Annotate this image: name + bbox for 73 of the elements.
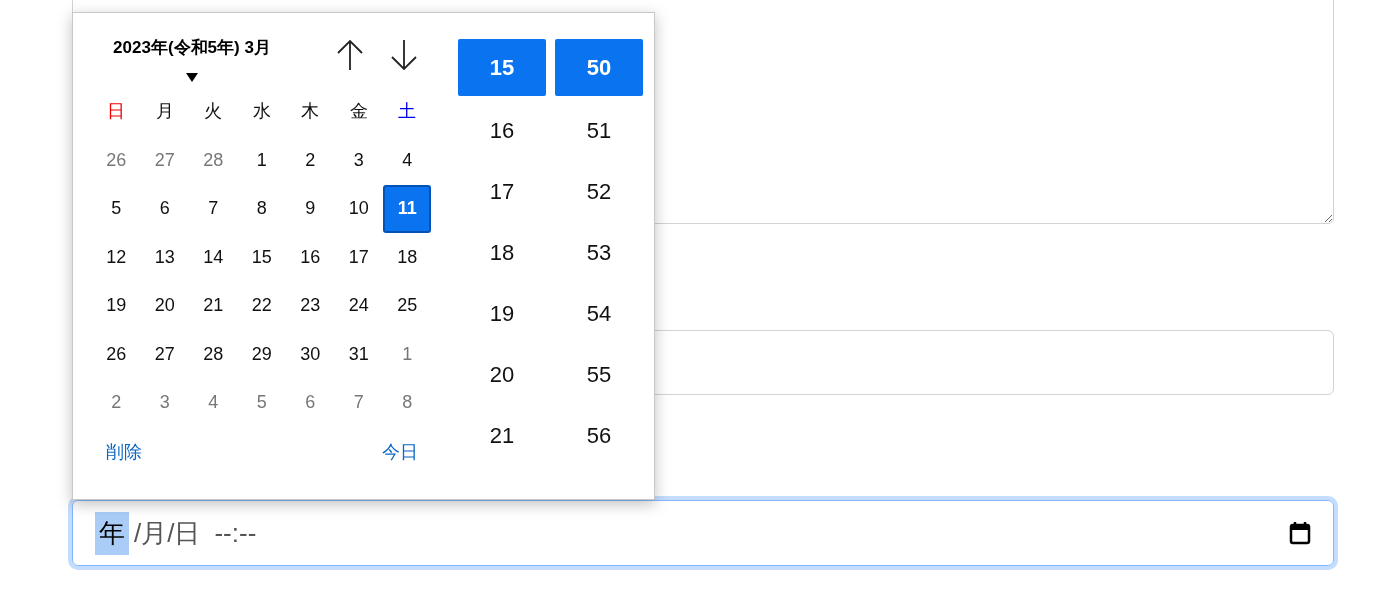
day-cell[interactable]: 22 [251,281,272,330]
day-cell[interactable]: 13 [154,233,175,282]
weekday-label: 土 [397,100,418,124]
hour-option[interactable]: 16 [458,100,546,161]
date-segment[interactable]: --:-- [213,513,258,553]
day-cell[interactable]: 6 [305,378,316,427]
minute-option[interactable]: 54 [555,283,643,344]
day-cell[interactable]: 1 [256,136,267,185]
weekday-label: 月 [154,100,175,124]
day-cell[interactable]: 18 [397,233,418,282]
day-cell[interactable]: 26 [106,330,127,379]
minute-option[interactable]: 56 [555,405,643,466]
hour-option[interactable]: 18 [458,222,546,283]
day-cell[interactable]: 4 [402,136,413,185]
next-month-button[interactable] [390,39,418,71]
day-cell[interactable]: 11 [383,184,432,233]
minute-option[interactable]: 51 [555,100,643,161]
weekday-label: 金 [348,100,369,124]
day-cell[interactable]: 14 [203,233,224,282]
weekday-label: 火 [203,100,224,124]
day-cell[interactable]: 27 [154,136,175,185]
date-segment[interactable]: 年 [95,511,129,555]
hour-option[interactable]: 17 [458,161,546,222]
day-cell[interactable]: 24 [348,281,369,330]
weekday-label: 木 [300,100,321,124]
day-cell[interactable]: 17 [348,233,369,282]
weekday-label: 日 [106,100,127,124]
day-cell[interactable]: 6 [159,184,170,233]
day-cell[interactable]: 7 [208,184,219,233]
date-segment[interactable]: /月/日 [133,513,202,553]
minute-option[interactable]: 53 [555,222,643,283]
hour-option[interactable]: 20 [458,344,546,405]
day-cell[interactable]: 12 [106,233,127,282]
day-cell[interactable]: 25 [397,281,418,330]
day-cell[interactable]: 23 [300,281,321,330]
day-cell[interactable]: 20 [154,281,175,330]
day-cell[interactable]: 8 [256,184,267,233]
day-cell[interactable]: 10 [348,184,369,233]
calendar-icon[interactable] [1289,521,1311,545]
day-cell[interactable]: 21 [203,281,224,330]
day-cell[interactable]: 2 [305,136,316,185]
day-cell[interactable]: 28 [203,330,224,379]
day-cell[interactable]: 3 [353,136,364,185]
day-cell[interactable]: 8 [402,378,413,427]
hour-option[interactable]: 15 [458,39,546,96]
weekday-label: 水 [251,100,272,124]
month-selector[interactable]: 2023年(令和5年) 3月 [113,35,271,61]
today-link[interactable]: 今日 [368,439,432,466]
minute-option[interactable]: 52 [555,161,643,222]
day-cell[interactable]: 2 [111,378,122,427]
day-cell[interactable]: 31 [348,330,369,379]
day-cell[interactable]: 27 [154,330,175,379]
day-cell[interactable]: 19 [106,281,127,330]
hour-option[interactable]: 19 [458,283,546,344]
previous-month-button[interactable] [336,39,364,71]
day-cell[interactable]: 5 [111,184,122,233]
day-cell[interactable]: 30 [300,330,321,379]
day-cell[interactable]: 26 [106,136,127,185]
day-cell[interactable]: 4 [208,378,219,427]
day-cell[interactable]: 29 [251,330,272,379]
dropdown-icon[interactable] [186,72,198,82]
minute-option[interactable]: 50 [555,39,643,96]
day-cell[interactable]: 9 [305,184,316,233]
clear-link[interactable]: 削除 [92,439,156,466]
day-cell[interactable]: 15 [251,233,272,282]
day-cell[interactable]: 28 [203,136,224,185]
day-cell[interactable]: 1 [402,330,413,379]
hour-option[interactable]: 21 [458,405,546,466]
day-cell[interactable]: 16 [300,233,321,282]
day-cell[interactable]: 7 [353,378,364,427]
day-cell[interactable]: 3 [159,378,170,427]
minute-option[interactable]: 55 [555,344,643,405]
day-cell[interactable]: 5 [256,378,267,427]
